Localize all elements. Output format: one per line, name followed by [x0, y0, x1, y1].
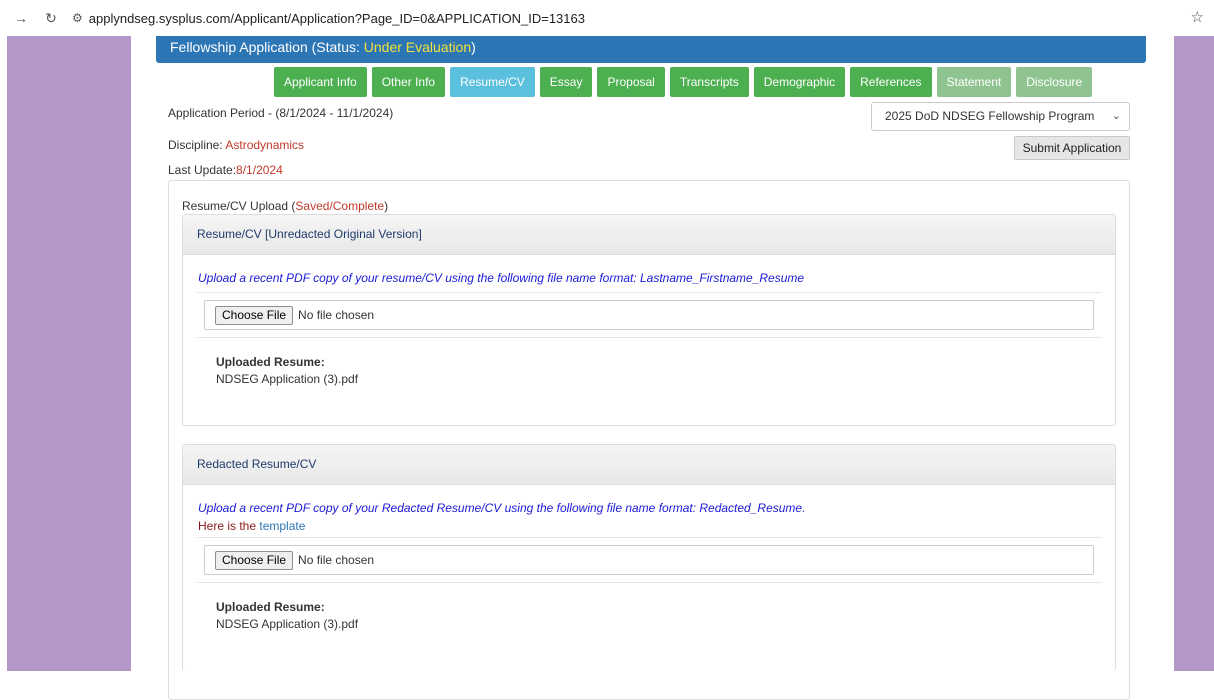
page-title: Fellowship Application (Status: Under Ev… — [156, 36, 1146, 63]
original-uploaded-resume: Uploaded Resume: NDSEG Application (3).p… — [216, 355, 1115, 386]
redacted-resume-panel: Redacted Resume/CV Upload a recent PDF c… — [182, 444, 1116, 671]
template-line: Here is the template — [198, 519, 1115, 533]
uploaded-resume-label: Uploaded Resume: — [216, 355, 325, 369]
submit-application-button[interactable]: Submit Application — [1014, 136, 1130, 160]
uploaded-file-name: NDSEG Application (3).pdf — [216, 617, 359, 631]
choose-file-button[interactable]: Choose File — [215, 550, 294, 570]
address-bar[interactable]: applyndseg.sysplus.com/Applicant/Applica… — [89, 11, 585, 26]
application-period: Application Period - (8/1/2024 - 11/1/20… — [168, 106, 394, 120]
divider — [197, 292, 1101, 293]
section-tabs: Applicant Info Other Info Resume/CV Essa… — [274, 67, 1093, 97]
original-file-input[interactable]: Choose File No file chosen — [204, 300, 1094, 330]
original-panel-heading: Resume/CV [Unredacted Original Version] — [183, 215, 1115, 255]
redacted-file-input[interactable]: Choose File No file chosen — [204, 545, 1094, 575]
reload-icon[interactable]: ↻ — [42, 10, 60, 27]
application-page: Fellowship Application (Status: Under Ev… — [131, 36, 1174, 700]
chevron-down-icon: ⌄ — [1111, 110, 1121, 122]
redacted-panel-heading: Redacted Resume/CV — [183, 445, 1115, 485]
upload-title-text: Resume/CV Upload ( — [182, 199, 296, 213]
tab-applicant-info[interactable]: Applicant Info — [274, 67, 367, 97]
last-update-value: 8/1/2024 — [236, 163, 283, 177]
original-upload-instruction: Upload a recent PDF copy of your resume/… — [198, 271, 805, 285]
tab-references[interactable]: References — [850, 67, 932, 97]
last-update-label: Last Update: — [168, 163, 237, 177]
program-selected-value: 2025 DoD NDSEG Fellowship Program — [885, 109, 1095, 123]
program-select[interactable]: 2025 DoD NDSEG Fellowship Program ⌄ — [871, 102, 1130, 131]
discipline-value: Astrodynamics — [225, 138, 305, 152]
left-sidebar-background — [7, 36, 131, 671]
template-link[interactable]: template — [259, 519, 305, 533]
redacted-uploaded-resume: Uploaded Resume: NDSEG Application (3).p… — [216, 600, 1115, 631]
tab-statement[interactable]: Statement — [936, 67, 1012, 97]
tab-disclosure[interactable]: Disclosure — [1016, 67, 1093, 97]
tab-other-info[interactable]: Other Info — [371, 67, 446, 97]
tab-essay[interactable]: Essay — [539, 67, 593, 97]
browser-toolbar: → ↻ ⚙ applyndseg.sysplus.com/Applicant/A… — [0, 0, 1214, 36]
uploaded-resume-label: Uploaded Resume: — [216, 600, 325, 614]
divider — [197, 537, 1101, 538]
discipline-label: Discipline: — [168, 138, 226, 152]
discipline-line: Discipline: Astrodynamics — [168, 138, 304, 152]
right-sidebar-background — [1174, 36, 1214, 671]
redacted-upload-instruction: Upload a recent PDF copy of your Redacte… — [198, 501, 806, 515]
uploaded-file-name: NDSEG Application (3).pdf — [216, 372, 359, 386]
original-resume-panel: Resume/CV [Unredacted Original Version] … — [182, 214, 1116, 426]
title-suffix: ) — [471, 39, 476, 55]
bookmark-star-icon[interactable]: ☆ — [1191, 8, 1204, 26]
no-file-text: No file chosen — [298, 553, 375, 567]
upload-title-end: ) — [384, 199, 389, 213]
upload-status-value: Saved/Complete — [295, 199, 385, 213]
status-value: Under Evaluation — [363, 39, 472, 55]
divider — [197, 582, 1101, 583]
template-prefix: Here is the — [198, 519, 260, 533]
title-prefix: Fellowship Application (Status: — [170, 39, 364, 55]
choose-file-button[interactable]: Choose File — [215, 305, 294, 325]
divider — [197, 337, 1101, 338]
forward-icon[interactable]: → — [12, 10, 30, 26]
tab-demographic[interactable]: Demographic — [753, 67, 846, 97]
tab-proposal[interactable]: Proposal — [597, 67, 665, 97]
tab-transcripts[interactable]: Transcripts — [669, 67, 749, 97]
site-info-icon[interactable]: ⚙ — [72, 11, 83, 25]
upload-section-title: Resume/CV Upload (Saved/Complete) — [182, 199, 388, 213]
last-update-line: Last Update:8/1/2024 — [168, 163, 283, 177]
no-file-text: No file chosen — [298, 308, 375, 322]
tab-resume-cv[interactable]: Resume/CV — [450, 67, 535, 97]
